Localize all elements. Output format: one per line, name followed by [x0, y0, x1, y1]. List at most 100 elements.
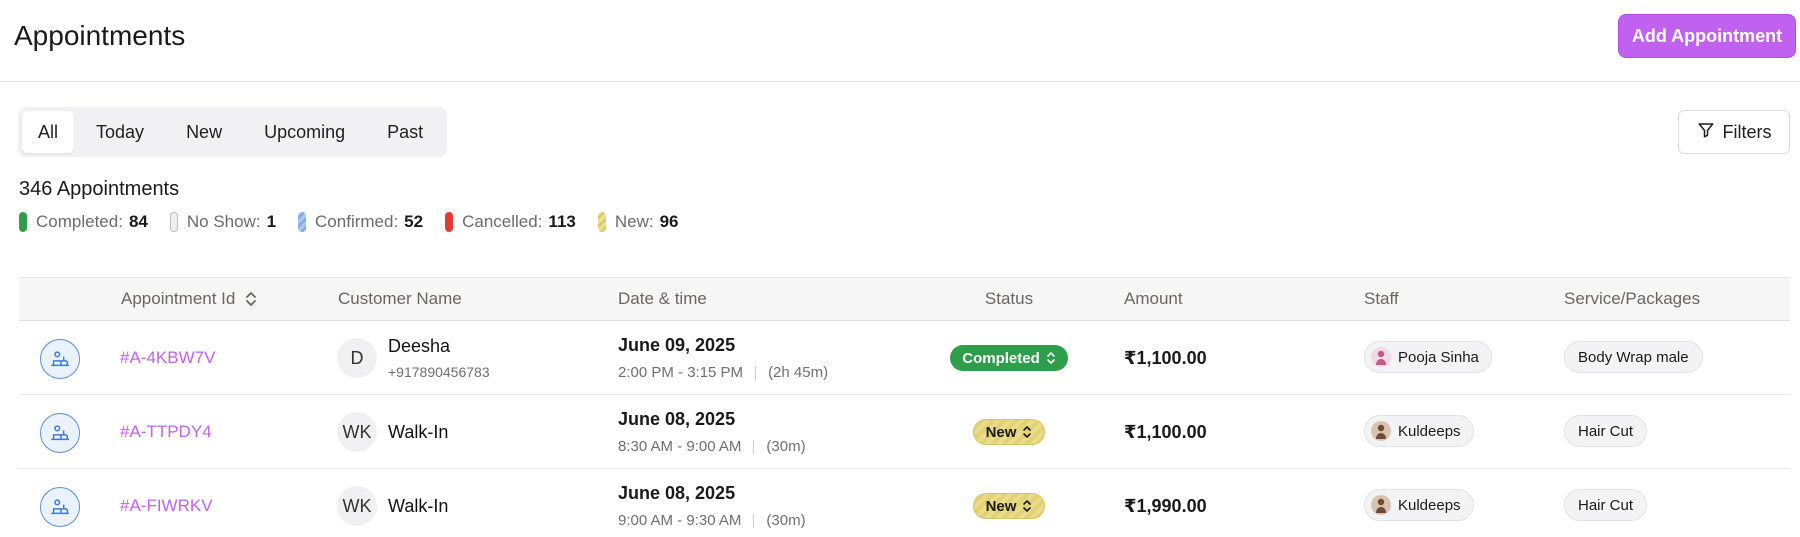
appointment-id-link[interactable]: #A-FIWRKV: [120, 496, 213, 516]
status-label: Completed: [962, 349, 1040, 367]
legend-label: New:: [614, 212, 654, 231]
amount: ₹1,100.00: [1124, 422, 1207, 442]
header-customer-name: Customer Name: [338, 289, 462, 308]
header-staff: Staff: [1364, 289, 1399, 308]
filters-label: Filters: [1722, 121, 1772, 142]
status-dropdown[interactable]: Completed: [950, 345, 1068, 371]
table-header: Appointment Id Customer Name Date & time…: [19, 277, 1790, 321]
status-label: New: [985, 423, 1017, 441]
service-chip: Hair Cut: [1564, 415, 1648, 447]
status-legend: Completed: 84 No Show: 1 Confirmed: 52 C…: [19, 212, 701, 232]
appointments-count: 346 Appointments: [19, 178, 180, 200]
legend-swatch: [597, 212, 606, 232]
appointment-time: 8:30 AM - 9:00 AM (30m): [618, 438, 806, 455]
staff-chip: Pooja Sinha: [1364, 341, 1492, 373]
appointment-type-icon: [40, 413, 80, 453]
add-appointment-button[interactable]: Add Appointment: [1618, 14, 1796, 58]
legend-swatch: [169, 212, 178, 232]
table-row[interactable]: #A-FIWRKV WK Walk-In June 08, 2025 9:00 …: [19, 469, 1790, 537]
legend-label: Completed:: [36, 212, 123, 231]
time-range: 9:00 AM - 9:30 AM: [618, 512, 742, 529]
legend-value: 96: [659, 212, 679, 231]
page-title: Appointments: [14, 20, 186, 51]
legend-no-show: No Show: 1: [169, 212, 277, 232]
tab-upcoming[interactable]: Upcoming: [244, 111, 365, 153]
customer-name: Deesha: [388, 336, 451, 356]
appointment-type-icon: [40, 339, 80, 379]
appointment-date: June 08, 2025: [618, 483, 736, 503]
customer-phone: +917890456783: [388, 364, 490, 380]
legend-label: Cancelled:: [462, 212, 543, 231]
staff-chip: Kuldeeps: [1364, 489, 1474, 521]
customer-avatar: WK: [337, 486, 377, 526]
tab-past[interactable]: Past: [367, 111, 443, 153]
appointment-time: 9:00 AM - 9:30 AM (30m): [618, 512, 806, 529]
appointment-id-link[interactable]: #A-4KBW7V: [120, 348, 215, 368]
sort-icon[interactable]: [245, 291, 257, 307]
header-service: Service/Packages: [1564, 289, 1701, 308]
service-chip: Hair Cut: [1564, 489, 1648, 521]
appointment-date: June 09, 2025: [618, 335, 736, 355]
legend-value: 52: [404, 212, 424, 231]
appointment-date: June 08, 2025: [618, 409, 736, 429]
duration: (2h 45m): [768, 364, 829, 381]
staff-avatar: [1371, 347, 1391, 367]
legend-new: New: 96: [597, 212, 679, 232]
appointment-time: 2:00 PM - 3:15 PM (2h 45m): [618, 364, 828, 381]
duration: (30m): [766, 512, 806, 529]
table-row[interactable]: #A-TTPDY4 WK Walk-In June 08, 2025 8:30 …: [19, 395, 1790, 469]
legend-confirmed: Confirmed: 52: [298, 212, 423, 232]
tab-today[interactable]: Today: [76, 111, 164, 153]
customer-avatar: D: [337, 338, 377, 378]
header-date-time: Date & time: [618, 289, 707, 308]
customer-name: Walk-In: [388, 496, 449, 516]
header-status: Status: [984, 289, 1034, 308]
duration: (30m): [766, 438, 806, 455]
legend-cancelled: Cancelled: 113: [445, 212, 576, 232]
tab-all[interactable]: All: [22, 111, 75, 153]
legend-swatch: [445, 212, 454, 232]
chevron-up-down-icon: [1046, 351, 1056, 365]
status-dropdown[interactable]: New: [972, 493, 1046, 519]
appointment-id-link[interactable]: #A-TTPDY4: [120, 422, 212, 442]
amount: ₹1,990.00: [1124, 496, 1207, 516]
status-cell: New: [919, 419, 1099, 445]
chevron-up-down-icon: [1022, 425, 1032, 439]
staff-avatar: [1371, 495, 1391, 515]
status-cell: New: [919, 493, 1099, 519]
legend-label: No Show:: [186, 212, 261, 231]
customer-name: Walk-In: [388, 422, 449, 442]
legend-label: Confirmed:: [315, 212, 399, 231]
staff-name: Kuldeeps: [1398, 496, 1461, 514]
time-range: 2:00 PM - 3:15 PM: [618, 364, 744, 381]
staff-name: Kuldeeps: [1398, 422, 1461, 440]
legend-value: 84: [128, 212, 148, 231]
staff-name: Pooja Sinha: [1398, 348, 1479, 366]
tab-new[interactable]: New: [166, 111, 242, 153]
filter-icon: [1697, 121, 1715, 144]
customer-avatar: WK: [337, 412, 377, 452]
staff-chip: Kuldeeps: [1364, 415, 1474, 447]
header-appointment-id[interactable]: Appointment Id: [121, 278, 257, 320]
table-row[interactable]: #A-4KBW7V D Deesha +917890456783 June 09…: [19, 321, 1790, 395]
legend-completed: Completed: 84: [19, 212, 148, 232]
chevron-up-down-icon: [1022, 499, 1032, 513]
service-chip: Body Wrap male: [1564, 341, 1703, 373]
legend-swatch: [19, 212, 27, 232]
legend-value: 1: [266, 212, 277, 231]
appointment-tabs: All Today New Upcoming Past: [18, 107, 448, 157]
staff-avatar: [1371, 421, 1391, 441]
status-dropdown[interactable]: New: [972, 419, 1046, 445]
time-range: 8:30 AM - 9:00 AM: [618, 438, 742, 455]
status-label: New: [985, 497, 1017, 515]
appointments-table: Appointment Id Customer Name Date & time…: [19, 277, 1790, 537]
amount: ₹1,100.00: [1124, 348, 1207, 368]
legend-swatch: [298, 212, 307, 232]
header-amount: Amount: [1124, 289, 1183, 308]
legend-value: 113: [548, 212, 576, 231]
appointment-type-icon: [40, 487, 80, 527]
header-label: Appointment Id: [121, 289, 236, 308]
filters-button[interactable]: Filters: [1678, 110, 1790, 154]
status-cell: Completed: [919, 345, 1099, 371]
top-bar: Appointments Add Appointment: [0, 0, 1800, 82]
